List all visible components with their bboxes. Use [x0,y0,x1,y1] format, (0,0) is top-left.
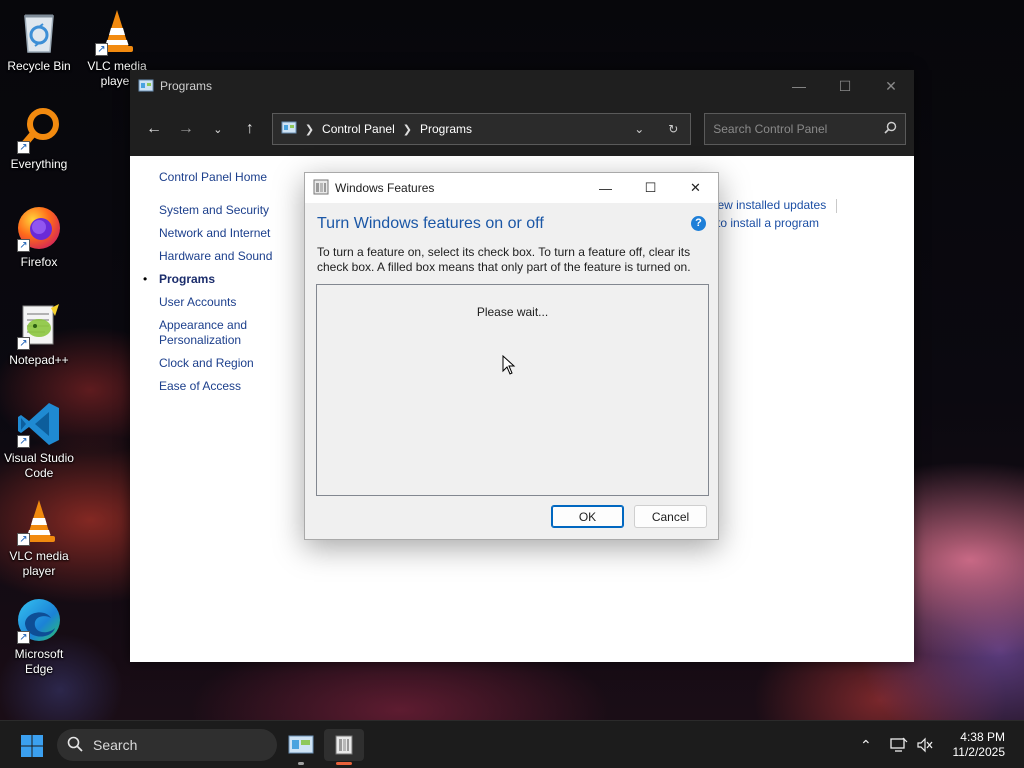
desktop-icon-label: Notepad++ [9,353,69,367]
breadcrumb-separator-icon: ❯ [402,123,412,136]
shortcut-arrow-icon: ↗ [17,141,30,154]
minimize-button[interactable]: — [776,70,822,102]
control-panel-icon [281,120,297,139]
navigation-bar: ← → ⌄ ↑ ❯ Control Panel ❯ Programs ⌄ ↻ S… [130,102,914,156]
programs-links: View installed updates w to install a pr… [705,196,838,232]
edge-icon: ↗ [15,596,63,644]
recent-locations-chevron-icon[interactable]: ⌄ [202,113,234,145]
vlc-cone-icon: ↗ [93,8,141,56]
system-clock[interactable]: 4:38 PM 11/2/2025 [953,730,1006,760]
network-icon[interactable] [890,721,908,768]
search-control-panel-input[interactable]: Search Control Panel [704,113,906,145]
help-icon[interactable]: ? [691,216,706,231]
windows-features-icon [313,179,329,198]
vlc-cone-icon: ↗ [15,498,63,546]
breadcrumb-control-panel[interactable]: Control Panel [322,122,395,136]
taskbar-app-control-panel[interactable] [281,729,321,765]
taskbar: Search ⌃ 4:38 PM 11/2/2025 [0,720,1024,768]
sidebar-item-network-internet[interactable]: Network and Internet [159,226,289,241]
dialog-minimize-button[interactable]: — [583,173,628,203]
address-bar[interactable]: ❯ Control Panel ❯ Programs ⌄ ↻ [271,113,692,145]
sidebar-item-programs[interactable]: Programs [143,272,289,287]
up-arrow-icon[interactable]: ↑ [234,113,266,145]
shortcut-arrow-icon: ↗ [17,337,30,350]
shortcut-arrow-icon: ↗ [17,631,30,644]
sidebar-item-system-security[interactable]: System and Security [159,203,289,218]
sidebar-item-ease-of-access[interactable]: Ease of Access [159,379,289,394]
desktop-icon-label: Firefox [20,255,58,269]
sidebar-item-user-accounts[interactable]: User Accounts [159,295,289,310]
windows-features-icon [335,735,353,755]
recycle-bin-icon [15,8,63,56]
close-button[interactable]: ✕ [868,70,914,102]
desktop-icon-label: Recycle Bin [7,59,71,73]
control-panel-titlebar[interactable]: Programs — ☐ ✕ [130,70,914,102]
desktop-icon-label: Everything [10,157,68,171]
vscode-icon: ↗ [15,400,63,448]
clock-date: 11/2/2025 [952,745,1006,759]
clock-time: 4:38 PM [960,730,1005,744]
active-indicator [336,762,352,765]
notepadpp-icon: ↗ [15,302,63,350]
desktop-icon-notepadpp[interactable]: ↗ Notepad++ [0,302,78,368]
link-divider [836,198,838,213]
control-panel-icon [138,78,154,94]
how-to-install-program-link[interactable]: w to install a program [705,216,819,230]
desktop-icon-label: Microsoft Edge [14,647,64,676]
desktop-icon-everything[interactable]: ↗ Everything [0,106,78,172]
windows-logo-icon [21,735,43,757]
features-tree-list[interactable]: Please wait... [316,284,709,496]
shortcut-arrow-icon: ↗ [95,43,108,56]
shortcut-arrow-icon: ↗ [17,533,30,546]
desktop-icon-vscode[interactable]: ↗ Visual Studio Code [0,400,78,481]
shortcut-arrow-icon: ↗ [17,435,30,448]
firefox-icon: ↗ [15,204,63,252]
start-button[interactable] [20,734,44,758]
dialog-close-button[interactable]: ✕ [673,173,718,203]
running-indicator [298,762,304,765]
sidebar-control-panel-home[interactable]: Control Panel Home [159,170,289,185]
search-icon [67,736,83,755]
cancel-button[interactable]: Cancel [634,505,707,528]
back-arrow-icon[interactable]: ← [138,113,170,145]
taskbar-app-windows-features[interactable] [324,729,364,765]
loading-status: Please wait... [476,305,549,319]
show-hidden-icons-chevron-icon[interactable]: ⌃ [860,721,872,768]
maximize-button[interactable]: ☐ [822,70,868,102]
desktop-icon-recycle-bin[interactable]: Recycle Bin [0,8,78,74]
everything-search-icon: ↗ [15,106,63,154]
dialog-title: Windows Features [335,181,435,195]
taskbar-search-label: Search [93,737,138,753]
refresh-icon[interactable]: ↻ [656,114,690,144]
address-dropdown-chevron-icon[interactable]: ⌄ [622,114,656,144]
ok-button[interactable]: OK [551,505,624,528]
control-panel-sidebar: Control Panel Home System and Security N… [143,170,289,402]
desktop-icon-firefox[interactable]: ↗ Firefox [0,204,78,270]
dialog-maximize-button[interactable]: ☐ [628,173,673,203]
dialog-titlebar[interactable]: Windows Features — ☐ ✕ [305,173,718,203]
window-title: Programs [160,79,213,93]
dialog-heading: Turn Windows features on or off [317,215,544,232]
shortcut-arrow-icon: ↗ [17,239,30,252]
forward-arrow-icon[interactable]: → [170,113,202,145]
search-icon [884,121,897,137]
breadcrumb-programs[interactable]: Programs [420,122,472,136]
dialog-description: To turn a feature on, select its check b… [317,245,691,274]
mouse-pointer-icon [502,354,516,378]
taskbar-search-box[interactable]: Search [57,729,277,761]
search-placeholder: Search Control Panel [713,122,828,136]
view-installed-updates-link[interactable]: View installed updates [707,198,826,212]
desktop-icon-label: VLC media player [9,549,69,578]
breadcrumb-separator-icon: ❯ [304,123,315,136]
control-panel-icon [288,735,314,754]
sidebar-item-clock-region[interactable]: Clock and Region [159,356,289,371]
sidebar-item-hardware-sound[interactable]: Hardware and Sound [159,249,289,264]
desktop-icon-edge[interactable]: ↗ Microsoft Edge [0,596,78,677]
volume-muted-icon[interactable] [916,721,934,768]
sidebar-item-appearance[interactable]: Appearance and Personalization [159,318,289,348]
desktop-icon-vlc[interactable]: ↗ VLC media player [0,498,78,579]
desktop-icon-label: Visual Studio Code [4,451,74,480]
